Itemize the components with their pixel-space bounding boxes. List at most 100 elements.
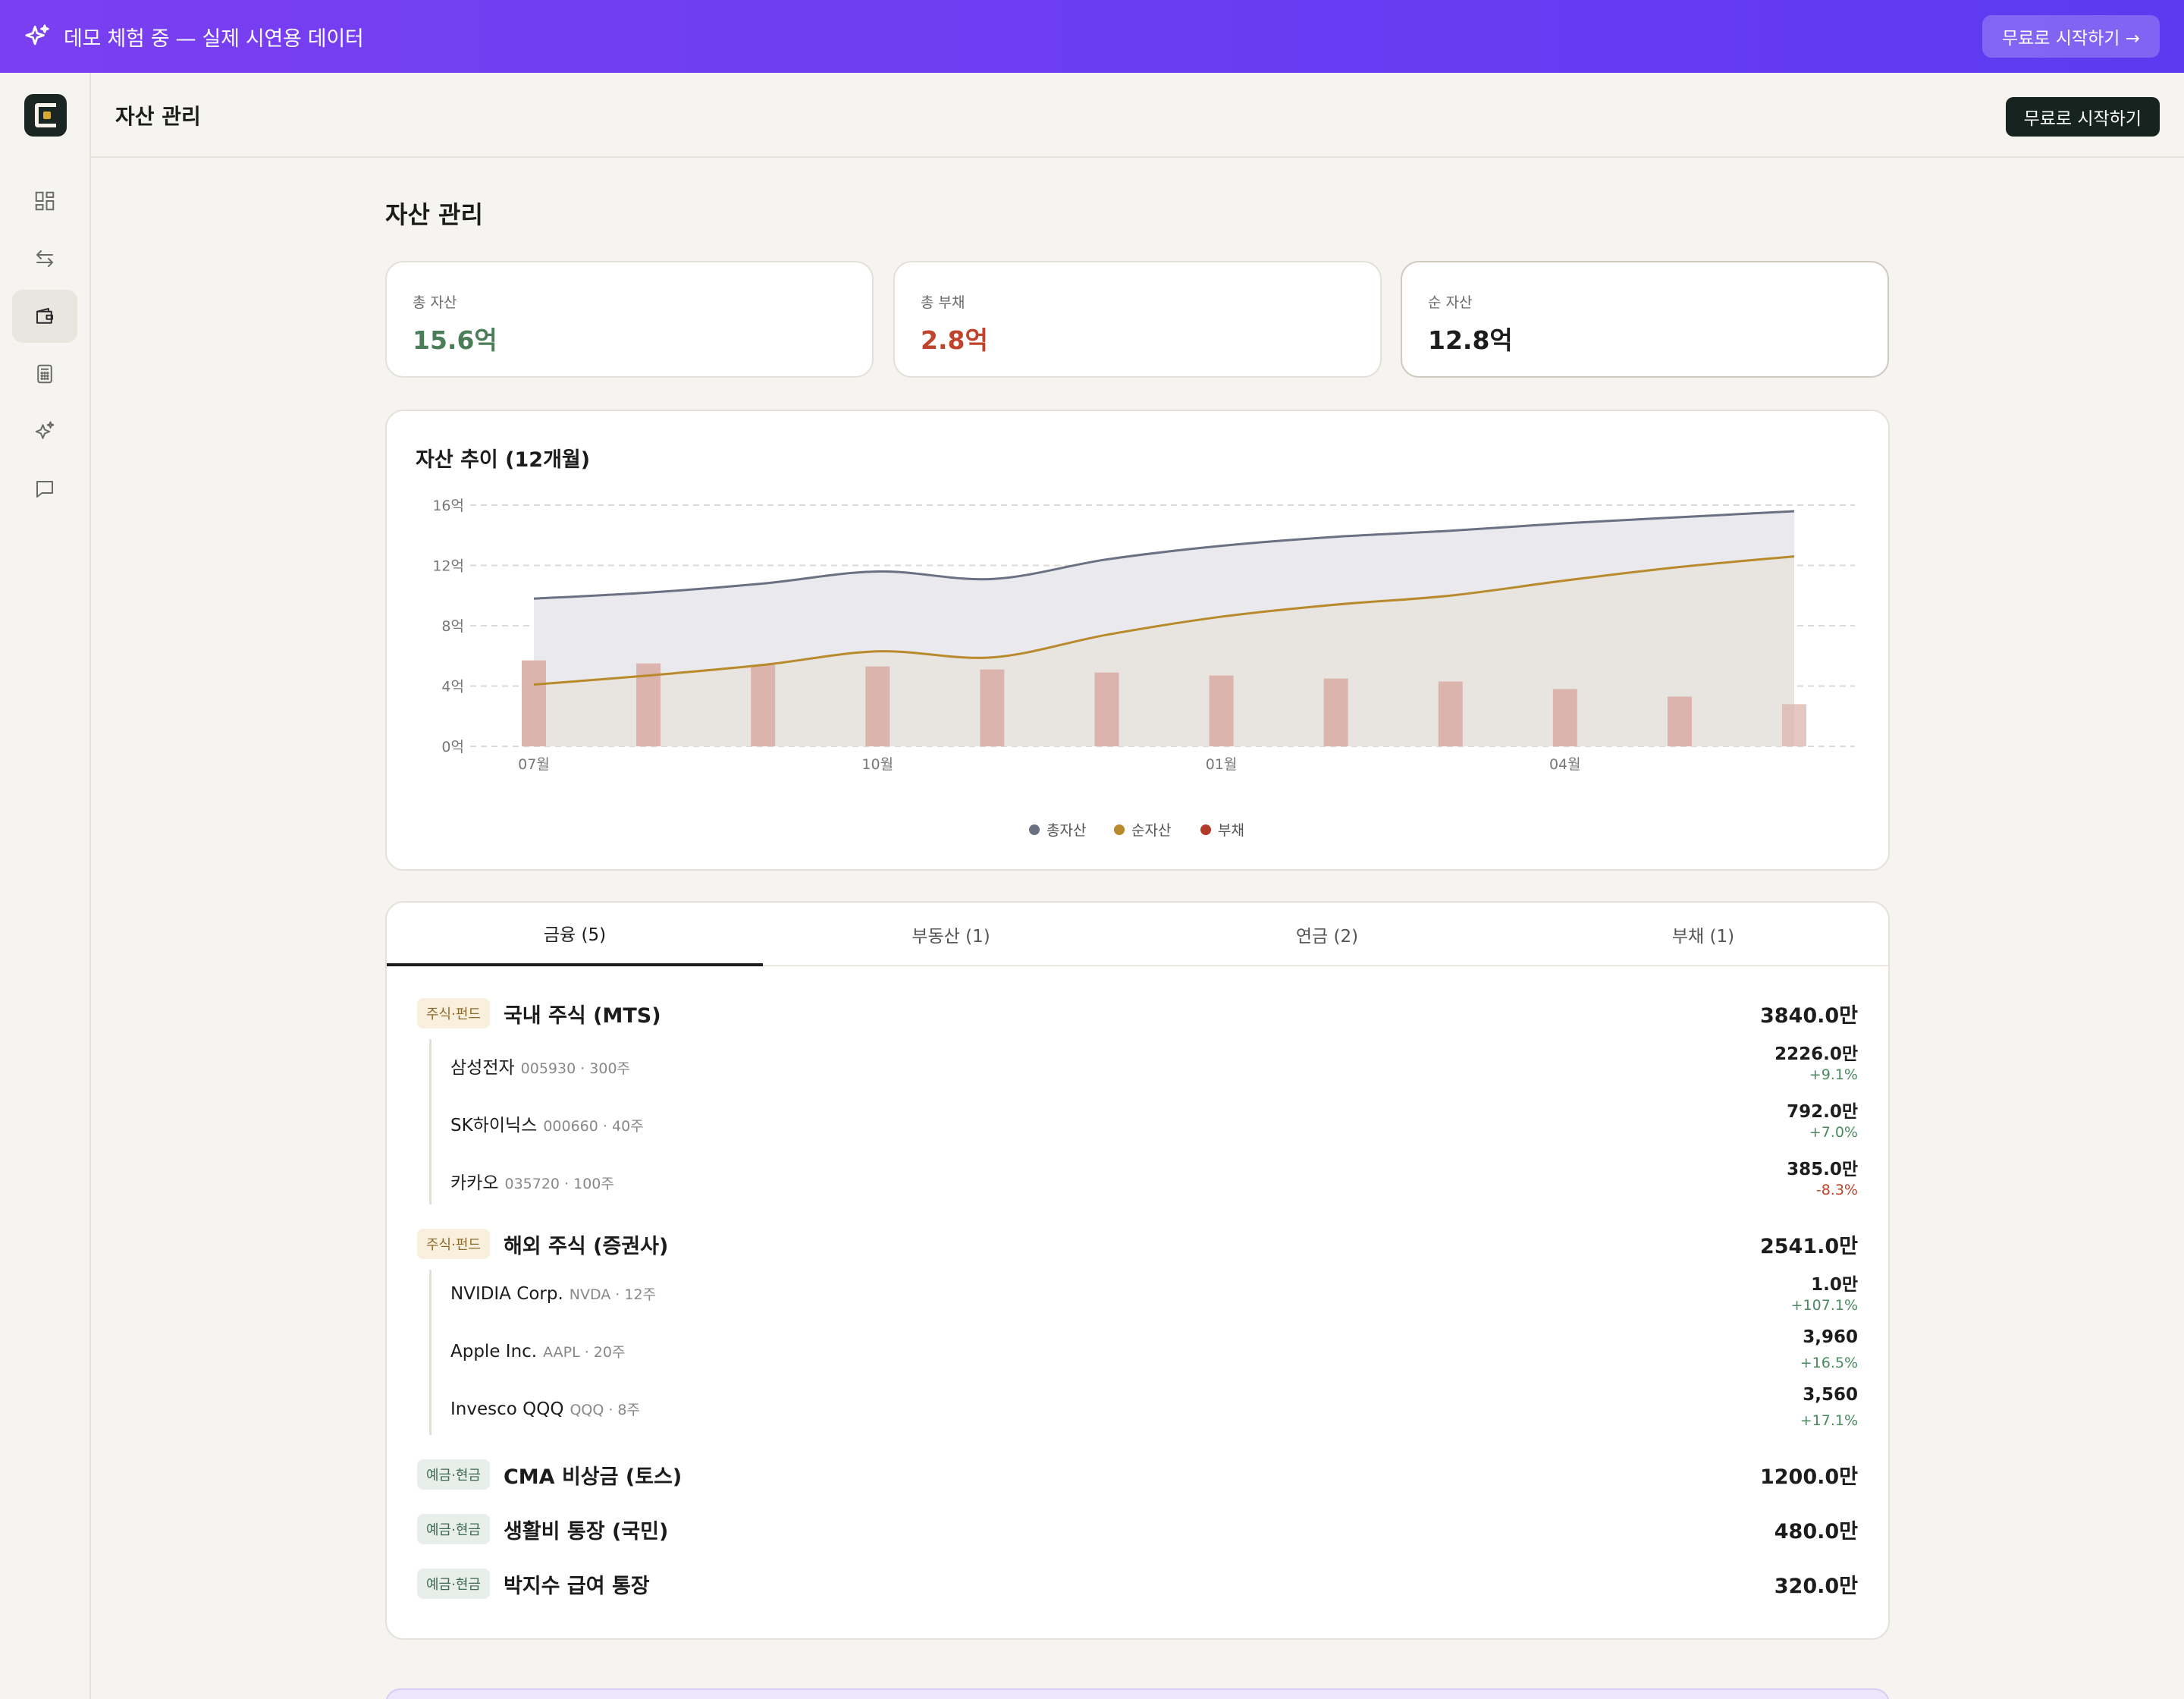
- kpi-total-liabilities: 총 부채 2.8억: [893, 261, 1382, 378]
- holding-row[interactable]: 삼성전자 005930 · 300주 2226.0만 +9.1%: [450, 1039, 1858, 1092]
- asset-group-row[interactable]: 예금·현금 박지수 급여 통장 320.0만: [417, 1567, 1858, 1600]
- group-amount: 1200.0만: [1759, 1465, 1858, 1489]
- tab-finance[interactable]: 금융 (5): [387, 903, 763, 966]
- kpi-value: 2.8억: [921, 325, 988, 355]
- kpi-total-assets: 총 자산 15.6억: [385, 261, 874, 378]
- x-tick-label: 04월: [1549, 756, 1581, 773]
- holding-meta: QQQ · 8주: [570, 1402, 641, 1418]
- holding-name: Invesco QQQ: [450, 1399, 564, 1419]
- legend-label: 순자산: [1131, 822, 1171, 839]
- holding-meta: 000660 · 40주: [543, 1118, 644, 1135]
- sidebar: [0, 73, 91, 1699]
- holding-meta: NVDA · 12주: [569, 1286, 657, 1303]
- start-free-button[interactable]: 무료로 시작하기: [2005, 97, 2160, 137]
- holding-change: +16.5%: [1800, 1355, 1858, 1371]
- nav-assets[interactable]: [12, 290, 77, 343]
- liability-bar: [865, 666, 890, 746]
- holding-amount: 385.0만: [1787, 1160, 1858, 1179]
- y-tick-label: 16억: [432, 498, 464, 514]
- holding-name: SK하이닉스: [450, 1116, 538, 1135]
- y-tick-label: 12억: [432, 558, 464, 575]
- nav-ai[interactable]: [12, 405, 77, 458]
- sparkle-icon: [25, 24, 49, 46]
- holding-name: NVIDIA Corp.: [450, 1284, 563, 1304]
- nav-transactions[interactable]: [12, 232, 77, 285]
- kpi-value: 12.8억: [1428, 325, 1513, 355]
- liability-bar: [1094, 672, 1119, 746]
- legend-marker: [1200, 824, 1211, 835]
- page-title: 자산 관리: [385, 200, 483, 229]
- liability-bar: [751, 664, 776, 746]
- group-name: 국내 주식 (MTS): [503, 1003, 661, 1028]
- group-name: 박지수 급여 통장: [503, 1574, 650, 1598]
- liability-bar: [1438, 681, 1463, 746]
- y-tick-label: 4억: [441, 679, 464, 696]
- holdings-divider: [429, 1270, 431, 1435]
- tab-liabilities[interactable]: 부채 (1): [1515, 903, 1891, 966]
- liability-bar: [1667, 696, 1692, 746]
- holding-row[interactable]: 카카오 035720 · 100주 385.0만 -8.3%: [450, 1154, 1858, 1208]
- holding-amount: 3,560: [1803, 1385, 1858, 1405]
- asset-trend-card: 자산 추이 (12개월) 0억 4억 8억 12억 16억 07월 10월 01월 04월 총자산…: [385, 410, 1890, 871]
- holding-row[interactable]: SK하이닉스 000660 · 40주 792.0만 +7.0%: [450, 1097, 1858, 1150]
- category-badge: 주식·펀드: [417, 998, 490, 1029]
- holding-meta: AAPL · 20주: [543, 1344, 626, 1361]
- transfer-icon: [36, 250, 53, 267]
- nav-chat[interactable]: [12, 463, 77, 516]
- holding-meta: 035720 · 100주: [504, 1176, 614, 1192]
- group-amount: 3840.0만: [1759, 1003, 1858, 1028]
- holding-name: Apple Inc.: [450, 1342, 538, 1361]
- tab-real-estate[interactable]: 부동산 (1): [763, 903, 1139, 966]
- asset-group-row[interactable]: 예금·현금 CMA 비상금 (토스) 1200.0만: [417, 1458, 1858, 1491]
- holding-row[interactable]: Apple Inc. AAPL · 20주 3,960 +16.5%: [450, 1327, 1858, 1380]
- legend-marker: [1029, 824, 1040, 835]
- holding-amount: 792.0만: [1787, 1102, 1858, 1122]
- holding-change: +17.1%: [1800, 1412, 1858, 1429]
- nav-calculator[interactable]: [12, 347, 77, 400]
- liability-bar: [1552, 689, 1577, 746]
- group-name: CMA 비상금 (토스): [503, 1465, 682, 1489]
- holding-amount: 3,960: [1803, 1327, 1858, 1347]
- promo-card: [385, 1688, 1890, 1699]
- kpi-value: 15.6억: [413, 325, 497, 355]
- group-amount: 320.0만: [1774, 1574, 1858, 1598]
- calculator-icon: [37, 364, 52, 384]
- holding-row[interactable]: Invesco QQQ QQQ · 8주 3,560 +17.1%: [450, 1385, 1858, 1438]
- holding-name: 카카오: [450, 1173, 499, 1193]
- category-badge: 예금·현금: [417, 1569, 490, 1599]
- kpi-label: 총 자산: [413, 294, 457, 311]
- chat-icon: [36, 481, 53, 498]
- tab-pension[interactable]: 연금 (2): [1139, 903, 1515, 966]
- group-amount: 2541.0만: [1759, 1234, 1858, 1258]
- legend-label: 부채: [1218, 822, 1244, 839]
- category-badge: 주식·펀드: [417, 1229, 490, 1259]
- y-tick-label: 8억: [441, 618, 464, 635]
- holdings-card: 금융 (5) 부동산 (1) 연금 (2) 부채 (1) 주식·펀드 국내 주식…: [385, 901, 1890, 1640]
- kpi-label: 순 자산: [1428, 294, 1473, 311]
- holding-name: 삼성전자: [450, 1058, 515, 1078]
- app-logo[interactable]: [24, 94, 67, 137]
- asset-group-row[interactable]: 예금·현금 생활비 통장 (국민) 480.0만: [417, 1512, 1858, 1546]
- holding-amount: 2226.0만: [1774, 1044, 1858, 1064]
- banner-start-free-button[interactable]: 무료로 시작하기 →: [1982, 15, 2160, 58]
- legend-label: 총자산: [1046, 822, 1086, 839]
- x-tick-label: 10월: [861, 756, 893, 773]
- holding-change: +107.1%: [1790, 1297, 1858, 1314]
- group-amount: 480.0만: [1774, 1519, 1858, 1544]
- liability-bar: [1782, 704, 1806, 746]
- liability-bar: [1209, 675, 1234, 746]
- asset-trend-chart: 0억 4억 8억 12억 16억 07월 10월 01월 04월총자산 순자산 부채: [432, 498, 1855, 839]
- category-badge: 예금·현금: [417, 1514, 490, 1544]
- holding-row[interactable]: NVIDIA Corp. NVDA · 12주 1.0만 +107.1%: [450, 1270, 1858, 1323]
- banner-text: 데모 체험 중 — 실제 시연용 데이터: [64, 27, 364, 51]
- asset-group-row[interactable]: 주식·펀드 해외 주식 (증권사) 2541.0만: [417, 1227, 1858, 1261]
- nav-dashboard[interactable]: [12, 174, 77, 228]
- asset-group-row[interactable]: 주식·펀드 국내 주식 (MTS) 3840.0만: [417, 997, 1858, 1030]
- holding-amount: 1.0만: [1811, 1275, 1858, 1295]
- top-bar: 자산 관리 무료로 시작하기: [91, 73, 2184, 158]
- holding-change: +7.0%: [1809, 1124, 1858, 1141]
- x-tick-label: 07월: [518, 756, 550, 773]
- x-tick-label: 01월: [1206, 756, 1238, 773]
- sparkle-icon: [35, 421, 55, 439]
- wallet-icon: [36, 308, 53, 324]
